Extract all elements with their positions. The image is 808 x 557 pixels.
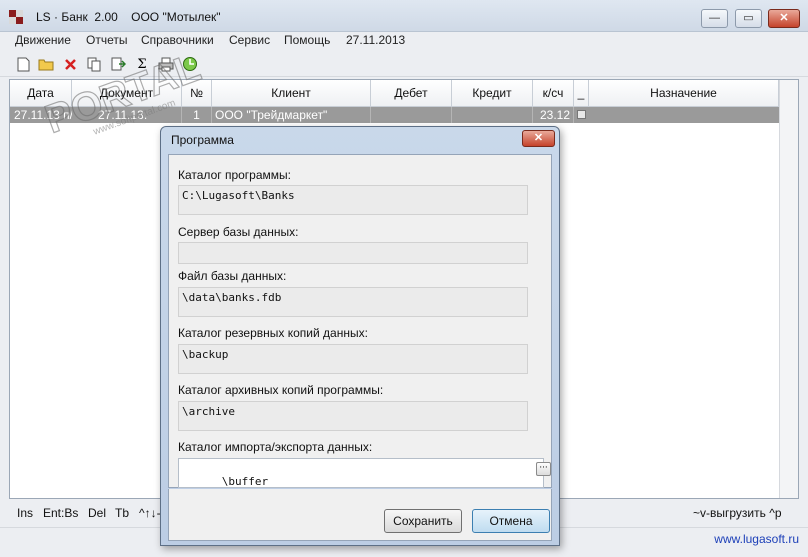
menu-reports[interactable]: Отчеты — [86, 33, 127, 47]
status-export-hint: ~v-выгрузить ^р — [693, 506, 782, 520]
dialog-title: Программа — [171, 133, 234, 147]
cell-debit — [371, 107, 452, 123]
col-flag[interactable]: _ — [574, 80, 589, 107]
sum-icon[interactable]: Σ — [133, 55, 151, 73]
col-account[interactable]: к/сч — [533, 80, 574, 107]
print-icon[interactable] — [157, 55, 175, 73]
cell-document: 27.11.13. — [96, 107, 182, 123]
row-checkbox[interactable] — [577, 110, 586, 119]
cancel-button[interactable]: Отмена — [472, 509, 550, 533]
close-button[interactable]: ✕ — [768, 9, 800, 28]
col-debit[interactable]: Дебет — [371, 80, 452, 107]
cell-client: ООО "Трейдмаркет" — [212, 107, 371, 123]
col-number[interactable]: № — [182, 80, 212, 107]
menu-date: 27.11.2013 — [346, 33, 406, 47]
new-document-icon[interactable] — [14, 55, 32, 73]
title-bar: LS · Банк 2.00 ООО "Мотылек" — ▭ ✕ — [0, 0, 808, 32]
maximize-button[interactable]: ▭ — [735, 9, 762, 28]
col-purpose[interactable]: Назначение — [589, 80, 779, 107]
import-export-dir-value: \buffer — [221, 475, 269, 488]
db-file-field[interactable]: \data\banks.fdb — [178, 287, 528, 317]
db-server-field[interactable] — [178, 242, 528, 264]
db-server-label: Сервер базы данных: — [178, 225, 299, 239]
import-export-dir-field[interactable]: \buffer ··· — [178, 458, 551, 488]
status-arrows: ^↑↓- — [139, 506, 161, 520]
browse-button[interactable]: ··· — [536, 462, 551, 476]
export-icon[interactable] — [109, 55, 127, 73]
status-del: Del — [88, 506, 107, 520]
app-logo-icon — [9, 10, 23, 24]
backup-dir-field[interactable]: \backup — [178, 344, 528, 374]
cell-number: 1 — [182, 107, 212, 123]
menu-help[interactable]: Помощь — [284, 33, 330, 47]
minimize-button[interactable]: — — [701, 9, 728, 28]
dialog-close-button[interactable]: ✕ — [522, 130, 555, 147]
website-link[interactable]: www.lugasoft.ru — [714, 532, 799, 546]
cell-purpose — [589, 107, 779, 123]
status-enter: Ent:Bs — [43, 506, 79, 520]
menu-bar: Движение Отчеты Справочники Сервис Помощ… — [0, 32, 808, 50]
refresh-icon[interactable] — [181, 55, 199, 73]
table-row[interactable]: 27.11.13 п/п 27.11.13. 1 ООО "Трейдмарке… — [10, 107, 779, 123]
archive-dir-field[interactable]: \archive — [178, 401, 528, 431]
col-document[interactable]: Документ — [72, 80, 182, 107]
dialog-footer: Сохранить Отмена — [168, 489, 552, 541]
cell-date: 27.11.13 п/п — [14, 108, 72, 122]
import-export-dir-label: Каталог импорта/экспорта данных: — [178, 440, 373, 454]
program-dir-field[interactable]: C:\Lugasoft\Banks — [178, 185, 528, 215]
program-dir-label: Каталог программы: — [178, 168, 291, 182]
window-title: LS · Банк 2.00 ООО "Мотылек" — [36, 10, 221, 24]
delete-icon[interactable] — [61, 55, 79, 73]
backup-dir-label: Каталог резервных копий данных: — [178, 326, 368, 340]
program-settings-dialog: Программа ✕ Каталог программы: C:\Lugaso… — [160, 126, 560, 546]
toolbar: Σ — [0, 51, 808, 77]
col-credit[interactable]: Кредит — [452, 80, 533, 107]
status-tab: Tb — [115, 506, 130, 520]
db-file-label: Файл базы данных: — [178, 269, 287, 283]
status-ins: Ins — [17, 506, 34, 520]
save-button[interactable]: Сохранить — [384, 509, 462, 533]
menu-service[interactable]: Сервис — [229, 33, 270, 47]
cell-account: 23.12 — [533, 107, 574, 123]
copy-icon[interactable] — [85, 55, 103, 73]
col-date[interactable]: Дата — [10, 80, 72, 107]
archive-dir-label: Каталог архивных копий программы: — [178, 383, 384, 397]
open-folder-icon[interactable] — [37, 55, 55, 73]
cell-credit — [452, 107, 533, 123]
vertical-scrollbar[interactable] — [779, 80, 798, 498]
menu-references[interactable]: Справочники — [141, 33, 214, 47]
menu-movement[interactable]: Движение — [15, 33, 71, 47]
col-client[interactable]: Клиент — [212, 80, 371, 107]
dialog-body: Каталог программы: C:\Lugasoft\Banks Сер… — [168, 154, 552, 488]
